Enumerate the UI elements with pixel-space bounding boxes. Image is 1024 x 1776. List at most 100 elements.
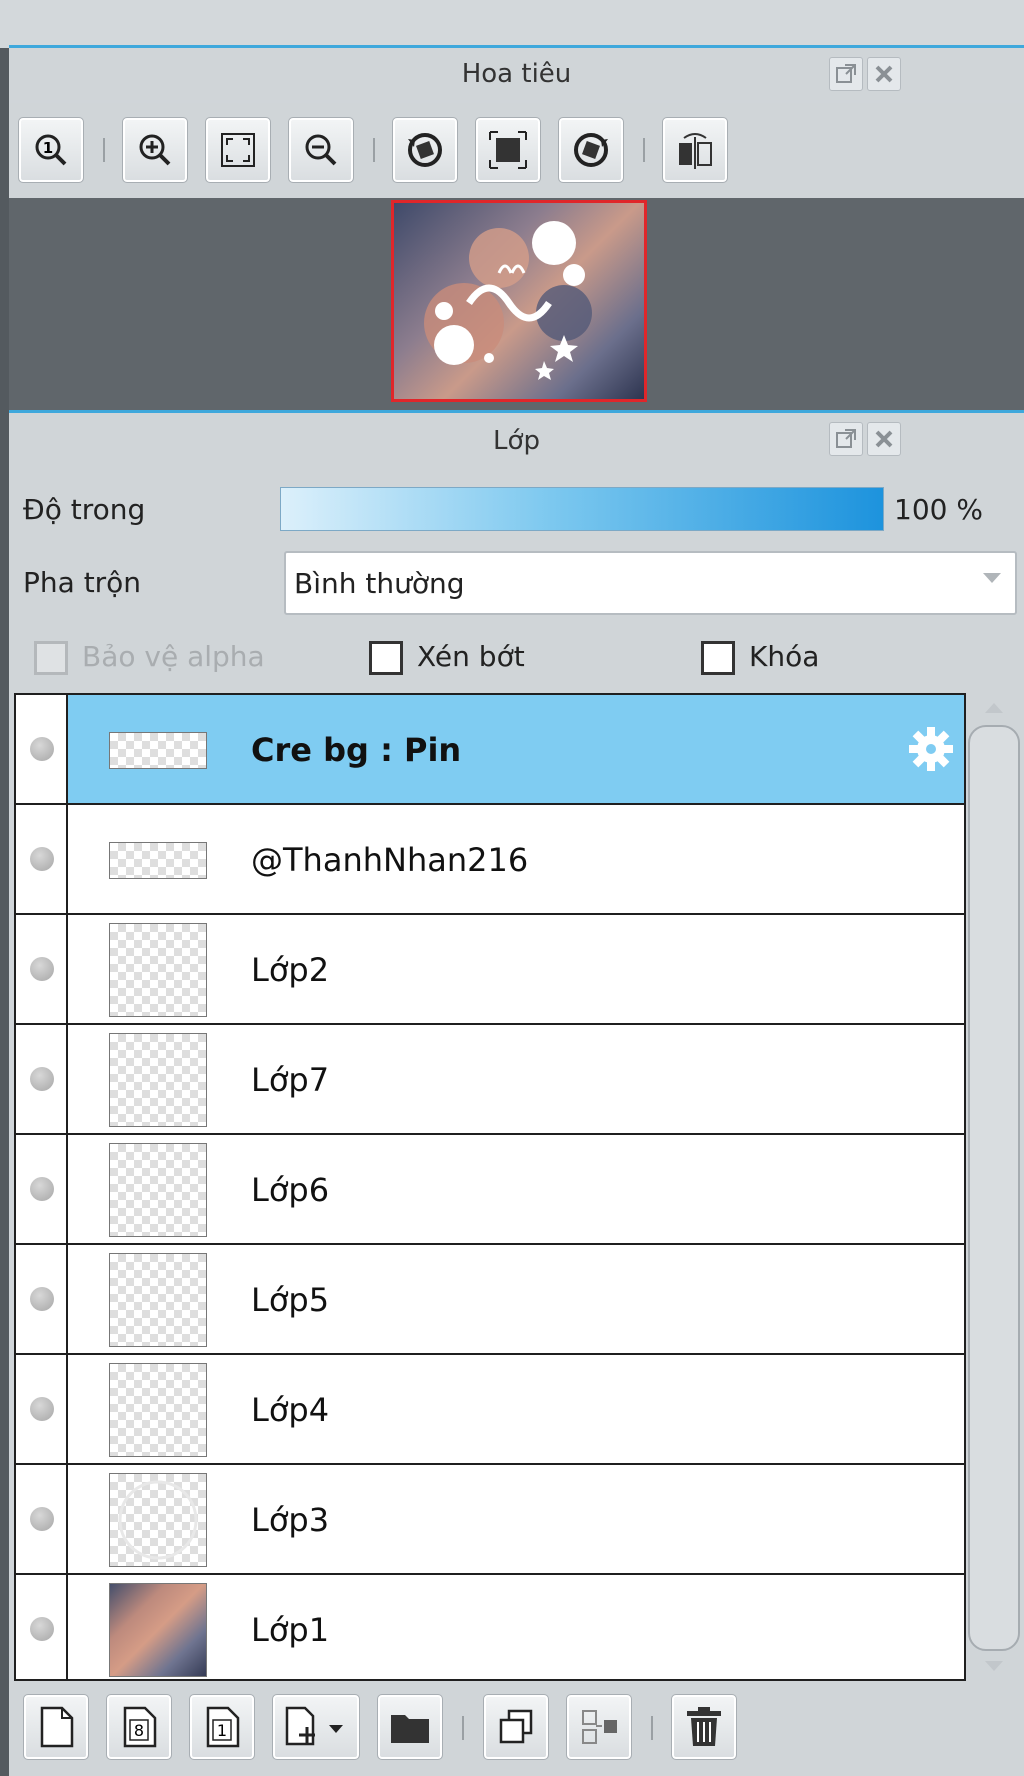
layer-row[interactable]: Lớp3 <box>16 1465 964 1575</box>
visibility-cell[interactable] <box>16 915 68 1023</box>
visibility-cell[interactable] <box>16 1465 68 1573</box>
lock-checkbox[interactable] <box>701 641 735 675</box>
opacity-slider[interactable] <box>280 487 884 531</box>
toolbar-separator <box>373 138 375 162</box>
visibility-icon[interactable] <box>30 1177 54 1201</box>
gear-icon[interactable] <box>906 724 956 774</box>
popout-icon[interactable] <box>829 422 863 456</box>
canvas-thumbnail[interactable] <box>391 200 647 402</box>
zoom-out-button[interactable] <box>288 117 354 183</box>
visibility-cell[interactable] <box>16 1025 68 1133</box>
visibility-icon[interactable] <box>30 1397 54 1421</box>
layer-row[interactable]: @ThanhNhan216 <box>16 805 964 915</box>
layers-panel-header: Lớp <box>9 410 1024 468</box>
layer-row[interactable]: Lớp2 <box>16 915 964 1025</box>
rotate-left-button[interactable] <box>392 117 458 183</box>
blend-mode-value: Bình thường <box>294 567 465 600</box>
visibility-icon[interactable] <box>30 737 54 761</box>
layer-row[interactable]: Lớp4 <box>16 1355 964 1465</box>
svg-text:1: 1 <box>43 139 53 157</box>
clipping-label: Xén bớt <box>417 640 525 673</box>
navigator-panel-header: Hoa tiêu <box>9 45 1024 100</box>
zoom-actual-size-button[interactable]: 1 <box>18 117 84 183</box>
layer-thumbnail <box>109 1033 207 1127</box>
merge-down-button[interactable] <box>566 1694 632 1760</box>
visibility-cell[interactable] <box>16 805 68 913</box>
scroll-thumb[interactable] <box>968 725 1020 1651</box>
visibility-icon[interactable] <box>30 957 54 981</box>
layer-row[interactable]: Lớp6 <box>16 1135 964 1245</box>
zoom-out-icon <box>305 134 337 166</box>
protect-alpha-checkbox[interactable] <box>34 641 68 675</box>
layer-list: Cre bg : Pin @ThanhNhan216 Lớp2 Lớp7 Lớp… <box>14 693 966 1681</box>
chevron-down-icon <box>983 573 1001 583</box>
opacity-value: 100 % <box>894 493 983 526</box>
delete-layer-button[interactable] <box>671 1694 737 1760</box>
visibility-cell[interactable] <box>16 1355 68 1463</box>
reset-rotation-icon <box>489 131 527 169</box>
scroll-up-icon[interactable] <box>985 703 1003 713</box>
fit-to-window-icon <box>221 133 255 167</box>
layer-thumbnail <box>109 1473 207 1567</box>
popout-icon[interactable] <box>829 57 863 91</box>
scroll-down-icon[interactable] <box>985 1661 1003 1671</box>
navigator-toolbar: 1 <box>9 103 1024 198</box>
merge-down-icon <box>582 1710 617 1744</box>
svg-text:1: 1 <box>217 1721 227 1740</box>
add-layer-dropdown-button[interactable] <box>272 1694 360 1760</box>
layer-row[interactable]: Lớp1 <box>16 1575 964 1679</box>
visibility-cell[interactable] <box>16 1575 68 1679</box>
layer-name: Lớp2 <box>251 951 330 989</box>
layer-thumbnail <box>109 1363 207 1457</box>
toolbar-separator <box>462 1716 464 1740</box>
layer-name: Lớp1 <box>251 1611 330 1649</box>
delete-layer-icon <box>687 1707 721 1746</box>
zoom-in-button[interactable] <box>122 117 188 183</box>
rotate-right-button[interactable] <box>558 117 624 183</box>
layer-row[interactable]: Lớp5 <box>16 1245 964 1355</box>
layer-thumbnail <box>109 923 207 1017</box>
layer-thumbnail <box>109 1253 207 1347</box>
blend-label: Pha trộn <box>23 566 142 599</box>
layer-row[interactable]: Lớp7 <box>16 1025 964 1135</box>
visibility-cell[interactable] <box>16 1135 68 1243</box>
layers-toolbar: 8 1 <box>9 1681 1024 1776</box>
layer-thumbnail <box>109 1143 207 1237</box>
circle-outline-thumbnail <box>118 1480 198 1560</box>
layer-thumbnail <box>109 1583 207 1677</box>
duplicate-layer-button[interactable] <box>483 1694 549 1760</box>
new-8bit-layer-button[interactable]: 8 <box>106 1694 172 1760</box>
layer-properties: Độ trong 100 % Pha trộn Bình thường Bảo … <box>9 468 1024 693</box>
new-folder-button[interactable] <box>377 1694 443 1760</box>
toolbar-separator <box>103 138 105 162</box>
visibility-cell[interactable] <box>16 695 68 803</box>
close-icon[interactable] <box>867 422 901 456</box>
layer-list-scrollbar[interactable] <box>968 693 1024 1681</box>
visibility-icon[interactable] <box>30 1507 54 1531</box>
close-icon[interactable] <box>867 57 901 91</box>
layer-name: Lớp6 <box>251 1171 330 1209</box>
new-1bit-layer-button[interactable]: 1 <box>189 1694 255 1760</box>
blend-mode-select[interactable]: Bình thường <box>284 551 1017 615</box>
flip-horizontal-button[interactable] <box>662 117 728 183</box>
visibility-icon[interactable] <box>30 1067 54 1091</box>
new-layer-button[interactable] <box>23 1694 89 1760</box>
layer-row[interactable]: Cre bg : Pin <box>16 695 964 805</box>
layer-name: @ThanhNhan216 <box>251 841 529 879</box>
clipping-checkbox[interactable] <box>369 641 403 675</box>
fit-to-window-button[interactable] <box>205 117 271 183</box>
protect-alpha-label: Bảo vệ alpha <box>82 640 265 673</box>
zoom-in-icon <box>139 134 171 166</box>
canvas-preview-image <box>424 221 592 380</box>
visibility-icon[interactable] <box>30 1617 54 1641</box>
new-8bit-layer-icon: 8 <box>123 1706 157 1748</box>
reset-rotation-button[interactable] <box>475 117 541 183</box>
svg-text:8: 8 <box>134 1721 144 1740</box>
navigator-preview[interactable] <box>9 198 1024 410</box>
layer-name: Cre bg : Pin <box>251 731 462 769</box>
new-layer-icon <box>40 1706 74 1748</box>
navigator-title: Hoa tiêu <box>461 59 572 89</box>
visibility-icon[interactable] <box>30 847 54 871</box>
visibility-icon[interactable] <box>30 1287 54 1311</box>
visibility-cell[interactable] <box>16 1245 68 1353</box>
